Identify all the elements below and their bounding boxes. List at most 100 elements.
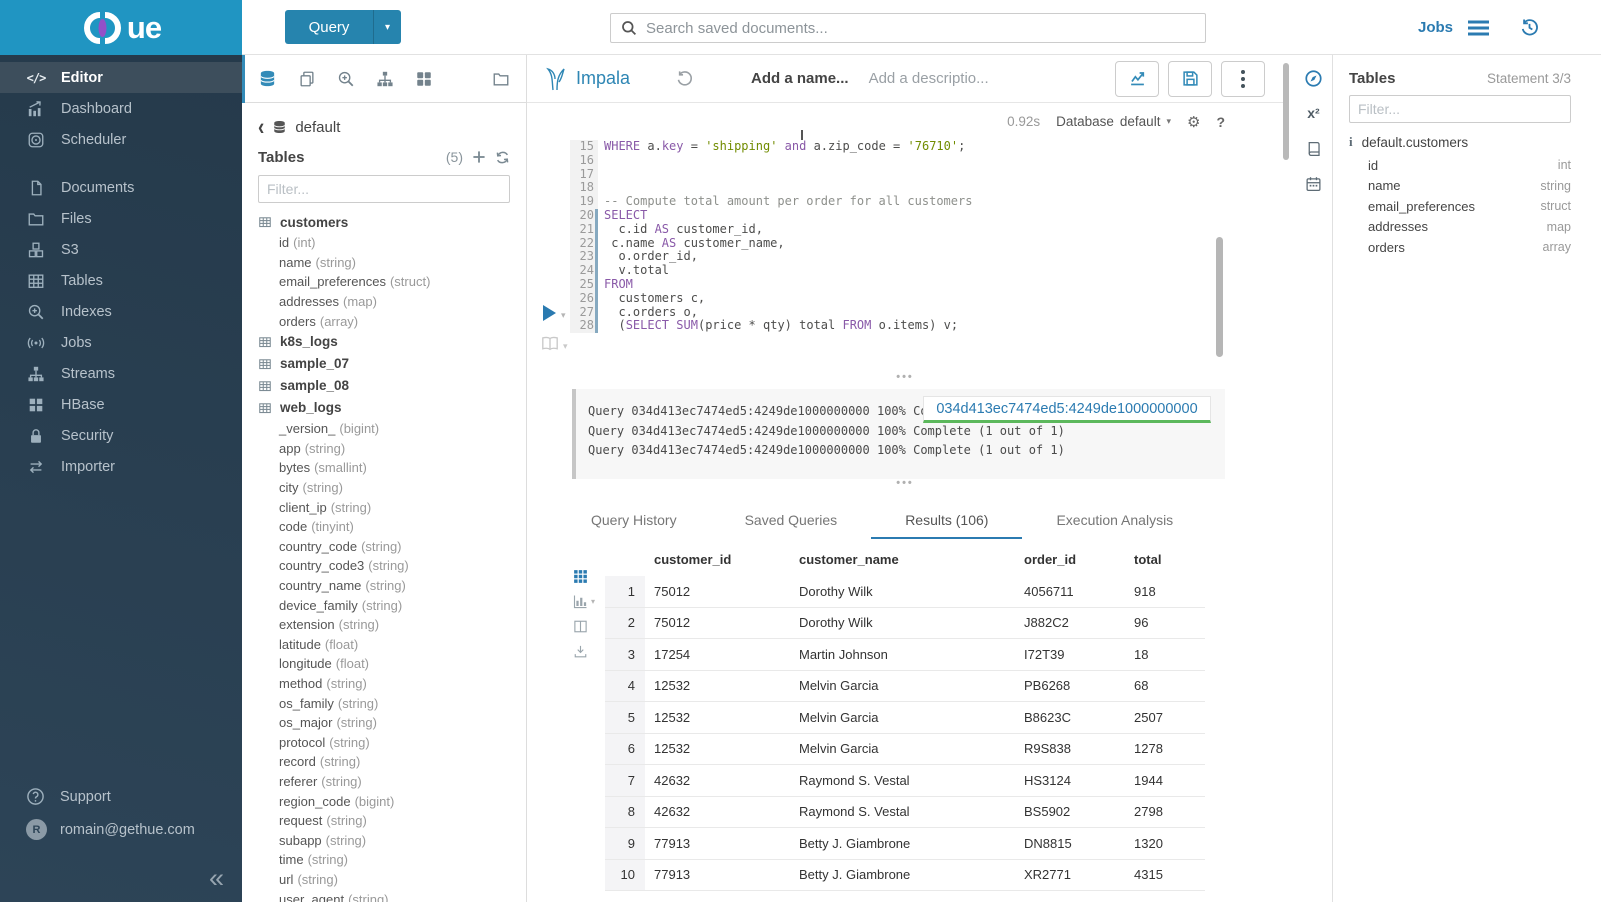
active-table-name[interactable]: default.customers (1362, 135, 1469, 150)
sidebar-item-indexes[interactable]: Indexes (0, 296, 242, 327)
resize-handle-top[interactable]: ••• (527, 373, 1283, 381)
tables-filter-input[interactable] (258, 175, 510, 203)
column-header[interactable]: customer_name (790, 552, 1015, 567)
search-plus-icon[interactable] (337, 70, 355, 88)
column-item-referer[interactable]: referer(string) (258, 772, 510, 792)
editor-code[interactable]: WHERE a.key = 'shipping' and a.zip_code … (604, 140, 1213, 333)
folder-icon[interactable] (492, 70, 510, 88)
apps-icon[interactable] (415, 70, 433, 88)
sidebar-item-editor[interactable]: </>Editor (0, 62, 242, 93)
column-item-subapp[interactable]: subapp(string) (258, 830, 510, 850)
save-button[interactable] (1168, 61, 1212, 97)
more-options-button[interactable] (1221, 61, 1265, 97)
sidebar-item-scheduler[interactable]: Scheduler (0, 124, 242, 155)
column-item-id[interactable]: idint (1349, 155, 1571, 176)
query-history-icon[interactable] (1520, 18, 1539, 37)
global-search[interactable] (610, 13, 1206, 43)
column-item-record[interactable]: record(string) (258, 752, 510, 772)
search-input[interactable] (646, 20, 1195, 37)
column-item-name[interactable]: namestring (1349, 176, 1571, 197)
table-item-customers[interactable]: customers (258, 211, 510, 233)
info-icon[interactable]: i (1349, 134, 1353, 150)
help-icon[interactable]: ? (1216, 114, 1225, 130)
sidebar-item-tables[interactable]: Tables (0, 265, 242, 296)
compass-icon[interactable] (1304, 69, 1323, 88)
sidebar-item-importer[interactable]: Importer (0, 451, 242, 482)
sidebar-item-jobs[interactable]: Jobs (0, 327, 242, 358)
active-table-row[interactable]: i default.customers (1349, 134, 1571, 150)
column-item-name[interactable]: name(string) (258, 253, 510, 273)
column-item-orders[interactable]: orders(array) (258, 311, 510, 331)
table-item-k8s-logs[interactable]: k8s_logs (258, 331, 510, 353)
query-name-field[interactable]: Add a name... (751, 70, 849, 87)
column-item-orders[interactable]: ordersarray (1349, 237, 1571, 258)
download-icon[interactable] (573, 644, 595, 659)
sql-editor[interactable]: 1516171819202122232425262728 WHERE a.key… (527, 140, 1283, 354)
back-chevron-icon[interactable]: ‹ (258, 115, 264, 139)
column-header[interactable]: order_id (1015, 552, 1125, 567)
table-item-web-logs[interactable]: web_logs (258, 397, 510, 419)
column-item-protocol[interactable]: protocol(string) (258, 732, 510, 752)
column-item-country-code[interactable]: country_code(string) (258, 537, 510, 557)
main-scrollbar[interactable] (1283, 63, 1289, 160)
column-item-email-preferences[interactable]: email_preferences(struct) (258, 272, 510, 292)
column-item-email-preferences[interactable]: email_preferencesstruct (1349, 196, 1571, 217)
column-item-country-name[interactable]: country_name(string) (258, 576, 510, 596)
tab-results-106-[interactable]: Results (106) (871, 503, 1022, 539)
column-item-url[interactable]: url(string) (258, 870, 510, 890)
sidebar-item-hbase[interactable]: HBase (0, 389, 242, 420)
column-item-request[interactable]: request(string) (258, 811, 510, 831)
column-item-user-agent[interactable]: user_agent(string) (258, 889, 510, 902)
superscript-icon[interactable]: x² (1307, 105, 1319, 123)
column-item-code[interactable]: code(tinyint) (258, 517, 510, 537)
run-query-button[interactable] (543, 305, 556, 321)
column-item-id[interactable]: id(int) (258, 233, 510, 253)
column-item-device-family[interactable]: device_family(string) (258, 595, 510, 615)
column-item-bytes[interactable]: bytes(smallint) (258, 458, 510, 478)
columns-icon[interactable] (573, 619, 595, 634)
sidebar-item-s3[interactable]: S3 (0, 234, 242, 265)
jobs-list-icon[interactable] (1468, 20, 1489, 36)
sidebar-item-files[interactable]: Files (0, 203, 242, 234)
query-description-field[interactable]: Add a descriptio... (869, 70, 989, 87)
column-item-latitude[interactable]: latitude(float) (258, 635, 510, 655)
column-item-app[interactable]: app(string) (258, 439, 510, 459)
database-selector[interactable]: Database default ▾ (1056, 114, 1171, 129)
column-item-extension[interactable]: extension(string) (258, 615, 510, 635)
sidebar-item-streams[interactable]: Streams (0, 358, 242, 389)
sidebar-user[interactable]: R romain@gethue.com (26, 819, 195, 840)
sidebar-item-documents[interactable]: Documents (0, 172, 242, 203)
column-item-os-major[interactable]: os_major(string) (258, 713, 510, 733)
tab-execution-analysis[interactable]: Execution Analysis (1022, 503, 1207, 539)
sidebar-item-support[interactable]: Support (26, 787, 111, 806)
run-options-caret[interactable]: ▾ (561, 310, 566, 321)
jobs-link[interactable]: Jobs (1418, 19, 1453, 36)
tab-query-history[interactable]: Query History (557, 503, 711, 539)
sidebar-item-dashboard[interactable]: Dashboard (0, 93, 242, 124)
tab-saved-queries[interactable]: Saved Queries (711, 503, 872, 539)
column-item-city[interactable]: city(string) (258, 478, 510, 498)
refresh-icon[interactable] (495, 150, 510, 165)
database-breadcrumb[interactable]: ‹ default (258, 113, 510, 141)
column-item-addresses[interactable]: addressesmap (1349, 217, 1571, 238)
sitemap-icon[interactable] (376, 70, 394, 88)
column-item-os-family[interactable]: os_family(string) (258, 693, 510, 713)
column-item-client-ip[interactable]: client_ip(string) (258, 497, 510, 517)
resize-handle-bottom[interactable]: ••• (527, 479, 1283, 487)
new-query-button[interactable]: Query ▾ (285, 10, 401, 44)
sidebar-collapse-button[interactable]: « (209, 865, 224, 892)
grid-icon[interactable] (573, 569, 595, 584)
query-history-small-icon[interactable] (676, 70, 693, 87)
presentation-mode-icon[interactable] (541, 336, 559, 351)
database-icon[interactable] (258, 69, 277, 88)
hue-logo[interactable]: ue (0, 0, 242, 55)
book-icon[interactable] (1305, 140, 1322, 158)
database-value[interactable]: default (1120, 114, 1161, 129)
query-dropdown-caret[interactable]: ▾ (373, 10, 401, 44)
right-filter-input[interactable] (1349, 95, 1571, 123)
table-item-sample-07[interactable]: sample_07 (258, 353, 510, 375)
column-header[interactable]: customer_id (645, 552, 790, 567)
column-item-method[interactable]: method(string) (258, 674, 510, 694)
column-item-country-code3[interactable]: country_code3(string) (258, 556, 510, 576)
presentation-options-caret[interactable]: ▾ (563, 341, 568, 352)
